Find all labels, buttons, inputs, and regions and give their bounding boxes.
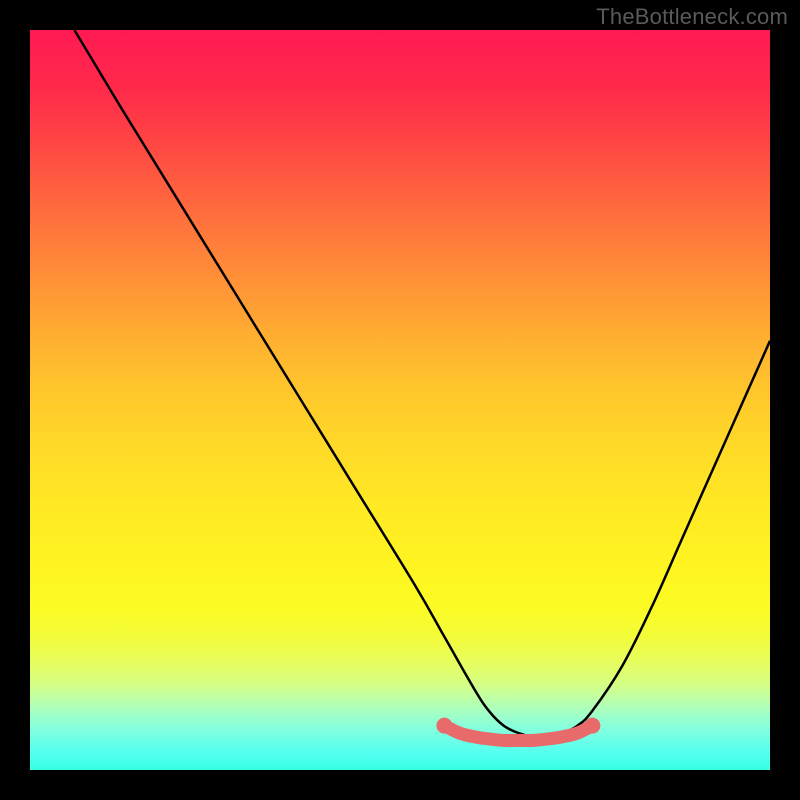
highlight-dot-right [584, 718, 600, 734]
chart-curve-svg [30, 30, 770, 770]
chart-plot-area [30, 30, 770, 770]
chart-curve-line [74, 30, 770, 737]
chart-optimal-highlight [444, 726, 592, 741]
highlight-dot-left [436, 718, 452, 734]
watermark-text: TheBottleneck.com [596, 4, 788, 30]
